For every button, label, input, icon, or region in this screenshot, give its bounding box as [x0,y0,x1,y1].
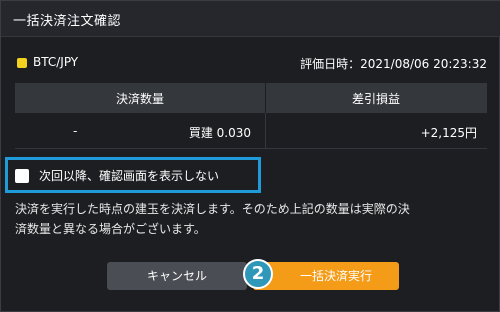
table-row: - 買建 0.030 +2,125円 [15,113,487,149]
cancel-button[interactable]: キャンセル [107,262,247,290]
step-number-badge: 2 [243,259,273,289]
settlement-note-line-1: 決済を実行した時点の建玉を決済します。そのため上記の数量は実際の決 [15,202,410,216]
row-dash: - [73,124,78,138]
dont-show-again-label[interactable]: 次回以降、確認画面を表示しない [39,167,219,184]
row-divider [265,113,266,149]
settlement-note-line-2: 済数量と異なる場合がございます。 [15,222,206,236]
dont-show-again-checkbox[interactable] [15,169,29,183]
order-summary-row: BTC/JPY 評価日時：2021/08/06 20:23:32 [15,55,487,73]
settlement-note: 決済を実行した時点の建玉を決済します。そのため上記の数量は実際の決 済数量と異な… [15,199,489,239]
execute-bulk-settlement-button[interactable]: 一括決済実行 [253,262,399,290]
dialog-title: 一括決済注文確認 [13,14,122,29]
currency-pair-marker-icon [17,58,27,68]
row-profit-loss: +2,125円 [420,126,477,140]
currency-pair-label: BTC/JPY [33,55,79,69]
settlement-table: 決済数量 差引損益 - 買建 0.030 +2,125円 [15,83,487,149]
header-settlement-quantity: 決済数量 [115,92,164,106]
row-quantity: 買建 0.030 [188,126,251,140]
bulk-settlement-confirm-dialog: 一括決済注文確認 BTC/JPY 評価日時：2021/08/06 20:23:3… [0,0,500,312]
dialog-titlebar: 一括決済注文確認 [1,1,500,37]
valuation-time: 評価日時：2021/08/06 20:23:32 [300,57,487,71]
table-header: 決済数量 差引損益 [15,83,487,113]
header-profit-loss: 差引損益 [351,92,400,106]
